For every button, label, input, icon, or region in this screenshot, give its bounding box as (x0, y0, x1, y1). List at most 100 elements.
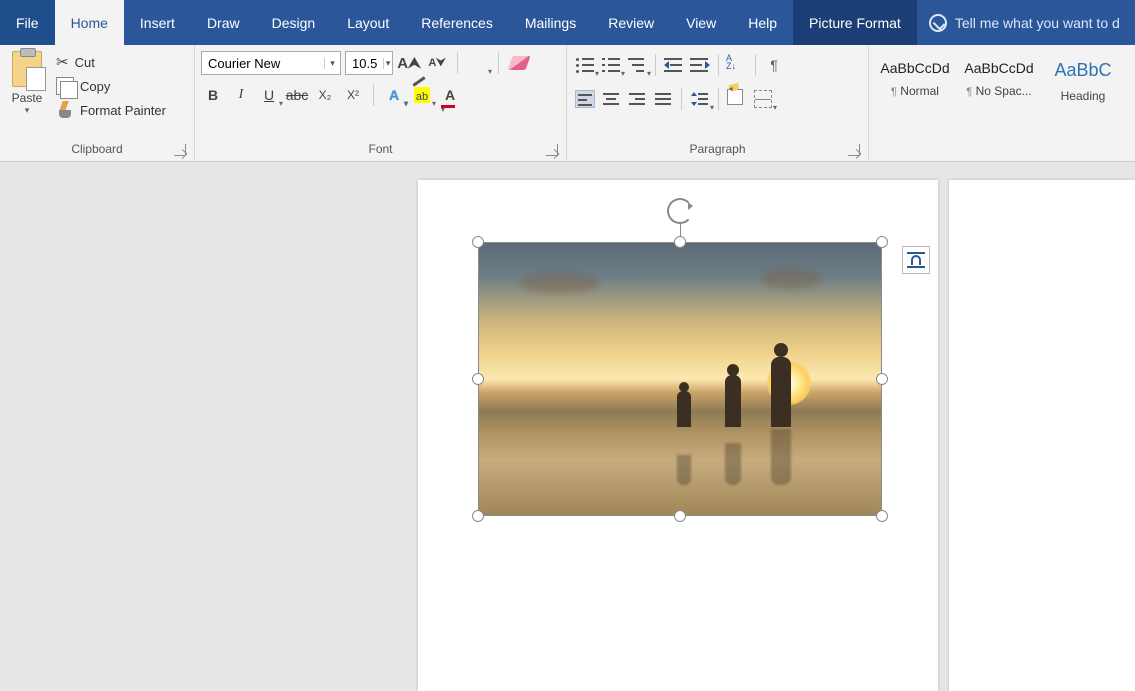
resize-handle-nw[interactable] (472, 236, 484, 248)
selected-picture[interactable] (478, 242, 882, 516)
font-size-value: 10.5 (346, 56, 383, 71)
tab-view[interactable]: View (670, 0, 732, 45)
tab-layout[interactable]: Layout (331, 0, 405, 45)
highlight-pen-icon (412, 76, 425, 86)
silhouette-child-2 (677, 391, 691, 427)
tell-me-search[interactable]: Tell me what you want to d (917, 0, 1135, 45)
font-name-combo[interactable]: Courier New ▾ (201, 51, 341, 75)
align-left-button[interactable] (573, 87, 597, 111)
shading-button[interactable] (725, 87, 749, 111)
style-no-spacing[interactable]: AaBbCcDd ¶ No Spac... (959, 53, 1039, 117)
rotate-handle[interactable] (667, 198, 693, 224)
font-dialog-launcher[interactable] (546, 144, 558, 156)
separator (681, 88, 682, 110)
bold-button[interactable]: B (201, 83, 225, 107)
justify-button[interactable] (651, 87, 675, 111)
show-marks-button[interactable] (762, 53, 786, 77)
paste-label: Paste (6, 91, 48, 105)
bullets-button[interactable] (573, 53, 597, 77)
clipboard-dialog-launcher[interactable] (174, 144, 186, 156)
font-name-value: Courier New (202, 56, 324, 71)
cloud-shape (761, 269, 821, 289)
font-color-button[interactable] (438, 83, 462, 107)
highlight-swatch-icon (414, 87, 430, 103)
font-name-caret[interactable]: ▾ (324, 58, 340, 69)
resize-handle-e[interactable] (876, 373, 888, 385)
separator (373, 84, 374, 106)
multilevel-list-button[interactable] (625, 53, 649, 77)
tab-design[interactable]: Design (256, 0, 332, 45)
strikethrough-button[interactable]: abc (285, 83, 309, 107)
resize-handle-sw[interactable] (472, 510, 484, 522)
tab-insert[interactable]: Insert (124, 0, 191, 45)
style-heading1[interactable]: AaBbC Heading (1043, 53, 1123, 117)
group-paragraph: Paragraph (567, 45, 869, 161)
font-group-label: Font (201, 140, 560, 159)
document-area[interactable] (0, 162, 1135, 691)
highlight-button[interactable] (410, 83, 434, 107)
align-right-icon (627, 90, 647, 108)
paste-button[interactable]: Paste ▾ (6, 49, 48, 116)
tab-review[interactable]: Review (592, 0, 670, 45)
text-effects-button[interactable]: A (382, 83, 406, 107)
decrease-indent-button[interactable] (662, 53, 686, 77)
layout-options-button[interactable] (902, 246, 930, 274)
scissors-icon (56, 53, 69, 71)
subscript-button[interactable]: X (313, 83, 337, 107)
resize-handle-se[interactable] (876, 510, 888, 522)
font-size-combo[interactable]: 10.5 ▾ (345, 51, 393, 75)
increase-indent-button[interactable] (688, 53, 712, 77)
cut-label: Cut (75, 55, 95, 70)
resize-handle-ne[interactable] (876, 236, 888, 248)
tab-draw[interactable]: Draw (191, 0, 256, 45)
copy-button[interactable]: Copy (56, 77, 166, 95)
separator (755, 54, 756, 76)
underline-button[interactable]: U (257, 83, 281, 107)
paragraph-dialog-launcher[interactable] (848, 144, 860, 156)
tab-references[interactable]: References (405, 0, 509, 45)
picture-content[interactable] (478, 242, 882, 516)
lightbulb-icon (929, 14, 947, 32)
tab-help[interactable]: Help (732, 0, 793, 45)
separator (718, 88, 719, 110)
bullets-icon (575, 56, 595, 74)
increase-indent-icon (690, 56, 710, 74)
format-painter-label: Format Painter (80, 103, 166, 118)
italic-button[interactable]: I (229, 83, 253, 107)
style-normal[interactable]: AaBbCcDd ¶ Normal (875, 53, 955, 117)
resize-handle-n[interactable] (674, 236, 686, 248)
align-right-button[interactable] (625, 87, 649, 111)
sort-button[interactable] (725, 53, 749, 77)
copy-label: Copy (80, 79, 110, 94)
separator (655, 54, 656, 76)
borders-button[interactable] (751, 87, 775, 111)
resize-handle-s[interactable] (674, 510, 686, 522)
grow-font-button[interactable]: A⮝ (397, 51, 421, 75)
line-spacing-button[interactable] (688, 87, 712, 111)
style-sample: AaBbC (1046, 60, 1120, 81)
tab-mailings[interactable]: Mailings (509, 0, 592, 45)
tab-home[interactable]: Home (55, 0, 124, 45)
reflection (677, 455, 691, 485)
tab-file[interactable]: File (0, 0, 55, 45)
font-size-caret[interactable]: ▾ (383, 58, 392, 69)
page-2[interactable] (949, 180, 1135, 691)
format-painter-button[interactable]: Format Painter (56, 101, 166, 119)
separator (718, 54, 719, 76)
style-sample: AaBbCcDd (962, 60, 1036, 76)
numbering-button[interactable] (599, 53, 623, 77)
tab-picture-format[interactable]: Picture Format (793, 0, 917, 45)
silhouette-adult (771, 357, 791, 427)
clear-formatting-button[interactable] (507, 51, 531, 75)
superscript-button[interactable]: X (341, 83, 365, 107)
paste-dropdown-caret[interactable]: ▾ (6, 105, 48, 116)
cut-button[interactable]: Cut (56, 53, 166, 71)
paragraph-group-label: Paragraph (573, 140, 862, 159)
align-center-icon (601, 90, 621, 108)
resize-handle-w[interactable] (472, 373, 484, 385)
align-center-button[interactable] (599, 87, 623, 111)
change-case-button[interactable] (466, 51, 490, 75)
shrink-font-button[interactable]: A⮟ (425, 51, 449, 75)
eraser-icon (507, 56, 530, 70)
reflection (725, 443, 741, 485)
